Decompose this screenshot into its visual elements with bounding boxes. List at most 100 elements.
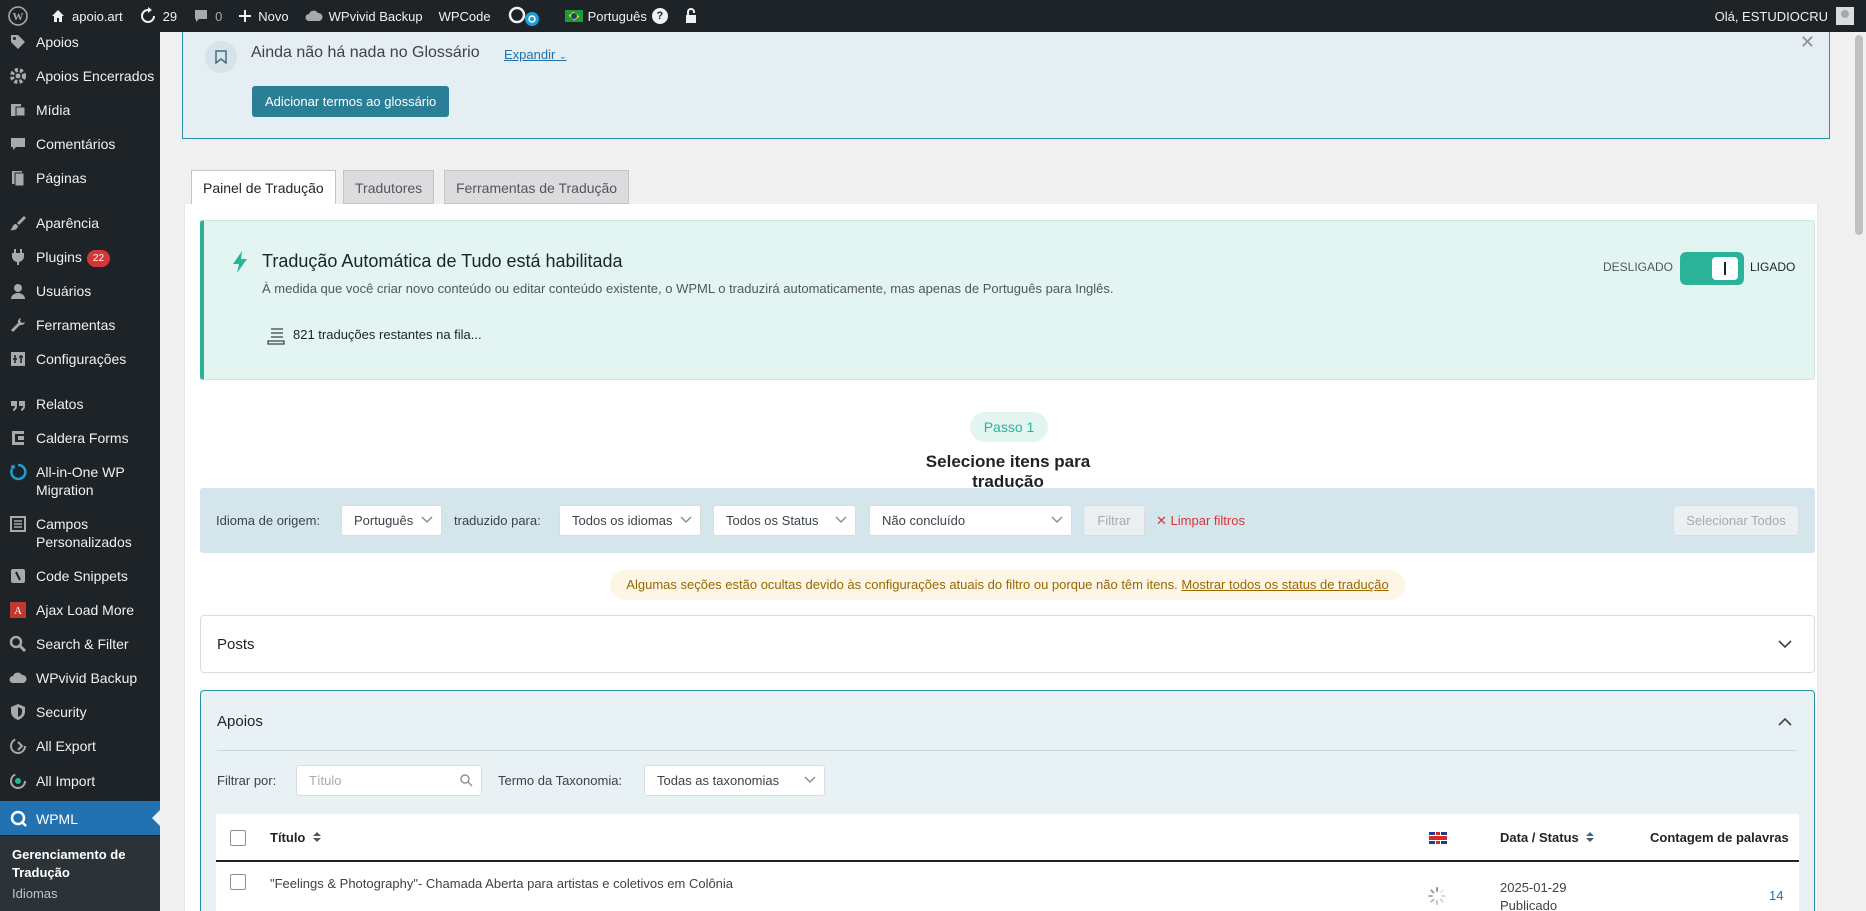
completion-value: Não concluído <box>882 513 966 528</box>
title-search-input[interactable]: Título <box>296 765 482 796</box>
gear-icon <box>8 66 28 86</box>
wpcode-link[interactable]: WPCode <box>431 0 499 32</box>
queue-icon <box>267 328 285 345</box>
home-icon <box>52 10 64 22</box>
caldera-icon <box>8 428 28 448</box>
new-content-link[interactable]: Novo <box>230 0 296 32</box>
title-column-header[interactable]: Título <box>270 830 322 845</box>
sidebar-item-caldera-forms[interactable]: Caldera Forms <box>0 428 129 448</box>
settings-icon <box>8 349 28 369</box>
sidebar-item-paginas[interactable]: Páginas <box>0 168 87 188</box>
sidebar-item-wpml[interactable]: WPML <box>0 801 160 835</box>
notice-text: Algumas seções estão ocultas devido às c… <box>626 577 1178 592</box>
site-name: apoio.art <box>72 8 123 24</box>
submenu-item-languages[interactable]: Idiomas <box>0 882 160 901</box>
language-switcher[interactable]: Português ? <box>557 0 676 32</box>
source-language-value: Português <box>354 513 414 528</box>
plugins-update-badge: 22 <box>86 250 111 267</box>
date-status-column-header[interactable]: Data / Status <box>1500 830 1595 845</box>
sidebar-item-all-export[interactable]: All Export <box>0 736 96 756</box>
pages-icon <box>8 168 28 188</box>
chevron-up-icon[interactable] <box>1778 717 1792 726</box>
glossary-expand-link[interactable]: Expandir ⌄ <box>504 47 566 62</box>
target-language-select[interactable]: Todos os idiomas <box>559 505 701 536</box>
sidebar-item-label: Campos Personalizados <box>36 516 132 550</box>
select-all-checkbox[interactable] <box>230 830 246 846</box>
row-checkbox[interactable] <box>230 874 246 890</box>
sidebar-item-ferramentas[interactable]: Ferramentas <box>0 315 115 335</box>
chevron-down-icon <box>804 776 816 784</box>
completion-select[interactable]: Não concluído <box>869 505 1072 536</box>
translation-queue-text: 821 traduções restantes na fila... <box>293 327 482 342</box>
status-select[interactable]: Todos os Status <box>713 505 856 536</box>
sidebar-item-midia[interactable]: Mídia <box>0 100 70 120</box>
comments-link[interactable]: 0 <box>185 0 230 32</box>
sidebar-item-relatos[interactable]: Relatos <box>0 394 83 414</box>
wpml-submenu: Gerenciamento de Tradução Idiomas <box>0 836 160 911</box>
wpml-status-link[interactable] <box>499 0 557 32</box>
filter-button[interactable]: Filtrar <box>1083 505 1145 536</box>
tab-ferramentas-de-traducao[interactable]: Ferramentas de Tradução <box>444 170 630 204</box>
sidebar-item-aparencia[interactable]: Aparência <box>0 213 99 233</box>
target-language-value: Todos os idiomas <box>572 513 673 528</box>
chevron-down-icon: ⌄ <box>558 51 567 61</box>
sidebar-item-ajax-load-more[interactable]: A Ajax Load More <box>0 600 134 620</box>
tab-tradutores[interactable]: Tradutores <box>343 170 435 204</box>
close-icon[interactable]: ✕ <box>1800 32 1815 53</box>
shield-icon <box>8 702 28 722</box>
glossary-title: Ainda não há nada no Glossário <box>251 44 480 61</box>
sidebar-item-comentarios[interactable]: Comentários <box>0 134 115 154</box>
sidebar-item-label: All-in-One WP Migration <box>36 464 125 498</box>
new-label: Novo <box>258 8 289 24</box>
sidebar-item-search-filter[interactable]: Search & Filter <box>0 634 129 654</box>
admin-sidebar: Apoios Apoios Encerrados Mídia Comentári… <box>0 32 160 911</box>
scrollbar-thumb[interactable] <box>1855 35 1863 235</box>
clear-filters-link[interactable]: ✕ Limpar filtros <box>1156 513 1245 529</box>
updates-icon <box>140 7 155 23</box>
sidebar-item-configuracoes[interactable]: Configurações <box>0 349 126 369</box>
wordpress-logo-icon[interactable]: W <box>0 0 42 32</box>
migration-icon <box>8 462 28 482</box>
submenu-item-translation-management[interactable]: Gerenciamento de Tradução <box>0 836 140 882</box>
row-title[interactable]: "Feelings & Photography"- Chamada Aberta… <box>270 876 733 891</box>
show-all-statuses-link[interactable]: Mostrar todos os status de tradução <box>1181 577 1388 592</box>
add-glossary-terms-button[interactable]: Adicionar termos ao glossário <box>252 86 450 117</box>
plus-icon <box>239 10 252 22</box>
my-account-link[interactable]: Olá, ESTUDIOCRU <box>1707 0 1866 32</box>
search-icon <box>8 634 28 654</box>
sidebar-item-code-snippets[interactable]: Code Snippets <box>0 566 128 586</box>
sidebar-item-campos-personalizados[interactable]: Campos Personalizados <box>0 514 150 551</box>
sort-icon <box>1586 832 1595 842</box>
tab-painel-de-traducao[interactable]: Painel de Tradução <box>191 170 336 205</box>
source-language-select[interactable]: Português <box>341 505 442 536</box>
sidebar-item-label: Plugins 22 <box>36 247 111 267</box>
site-name-link[interactable]: apoio.art <box>42 0 131 32</box>
wpcode-label: WPCode <box>438 8 491 24</box>
page-scrollbar[interactable] <box>1852 32 1866 911</box>
wrench-icon <box>8 315 28 335</box>
step-title: Selecione itens para tradução <box>925 452 1091 491</box>
posts-section[interactable]: Posts <box>200 615 1815 673</box>
sidebar-item-label: WPvivid Backup <box>36 670 138 686</box>
sidebar-item-wpvivid-backup[interactable]: WPvivid Backup <box>0 668 137 688</box>
updates-link[interactable]: 29 <box>131 0 185 32</box>
sidebar-item-usuarios[interactable]: Usuários <box>0 281 91 301</box>
taxonomy-select[interactable]: Todas as taxonomias <box>644 765 825 796</box>
search-icon <box>460 774 473 787</box>
auto-translate-toggle[interactable] <box>1680 252 1744 285</box>
sidebar-item-all-import[interactable]: All Import <box>0 771 95 791</box>
sidebar-item-apoios-encerrados[interactable]: Apoios Encerrados <box>0 66 154 86</box>
sidebar-item-security[interactable]: Security <box>0 702 87 722</box>
lock-link[interactable] <box>676 0 712 32</box>
select-all-button[interactable]: Selecionar Todos <box>1673 505 1799 536</box>
sidebar-item-plugins[interactable]: Plugins 22 <box>0 247 111 267</box>
sidebar-item-label: Caldera Forms <box>36 430 129 446</box>
apoios-section-title: Apoios <box>217 713 263 730</box>
wpvivid-link[interactable]: WPvivid Backup <box>297 0 431 32</box>
chevron-down-icon <box>835 516 847 524</box>
sidebar-item-label: Apoios <box>36 34 79 50</box>
sidebar-item-apoios[interactable]: Apoios <box>0 32 79 52</box>
sidebar-item-label: Apoios Encerrados <box>36 68 155 84</box>
sidebar-item-all-in-one-wp-migration[interactable]: All-in-One WP Migration <box>0 462 150 499</box>
help-icon: ? <box>651 8 668 24</box>
